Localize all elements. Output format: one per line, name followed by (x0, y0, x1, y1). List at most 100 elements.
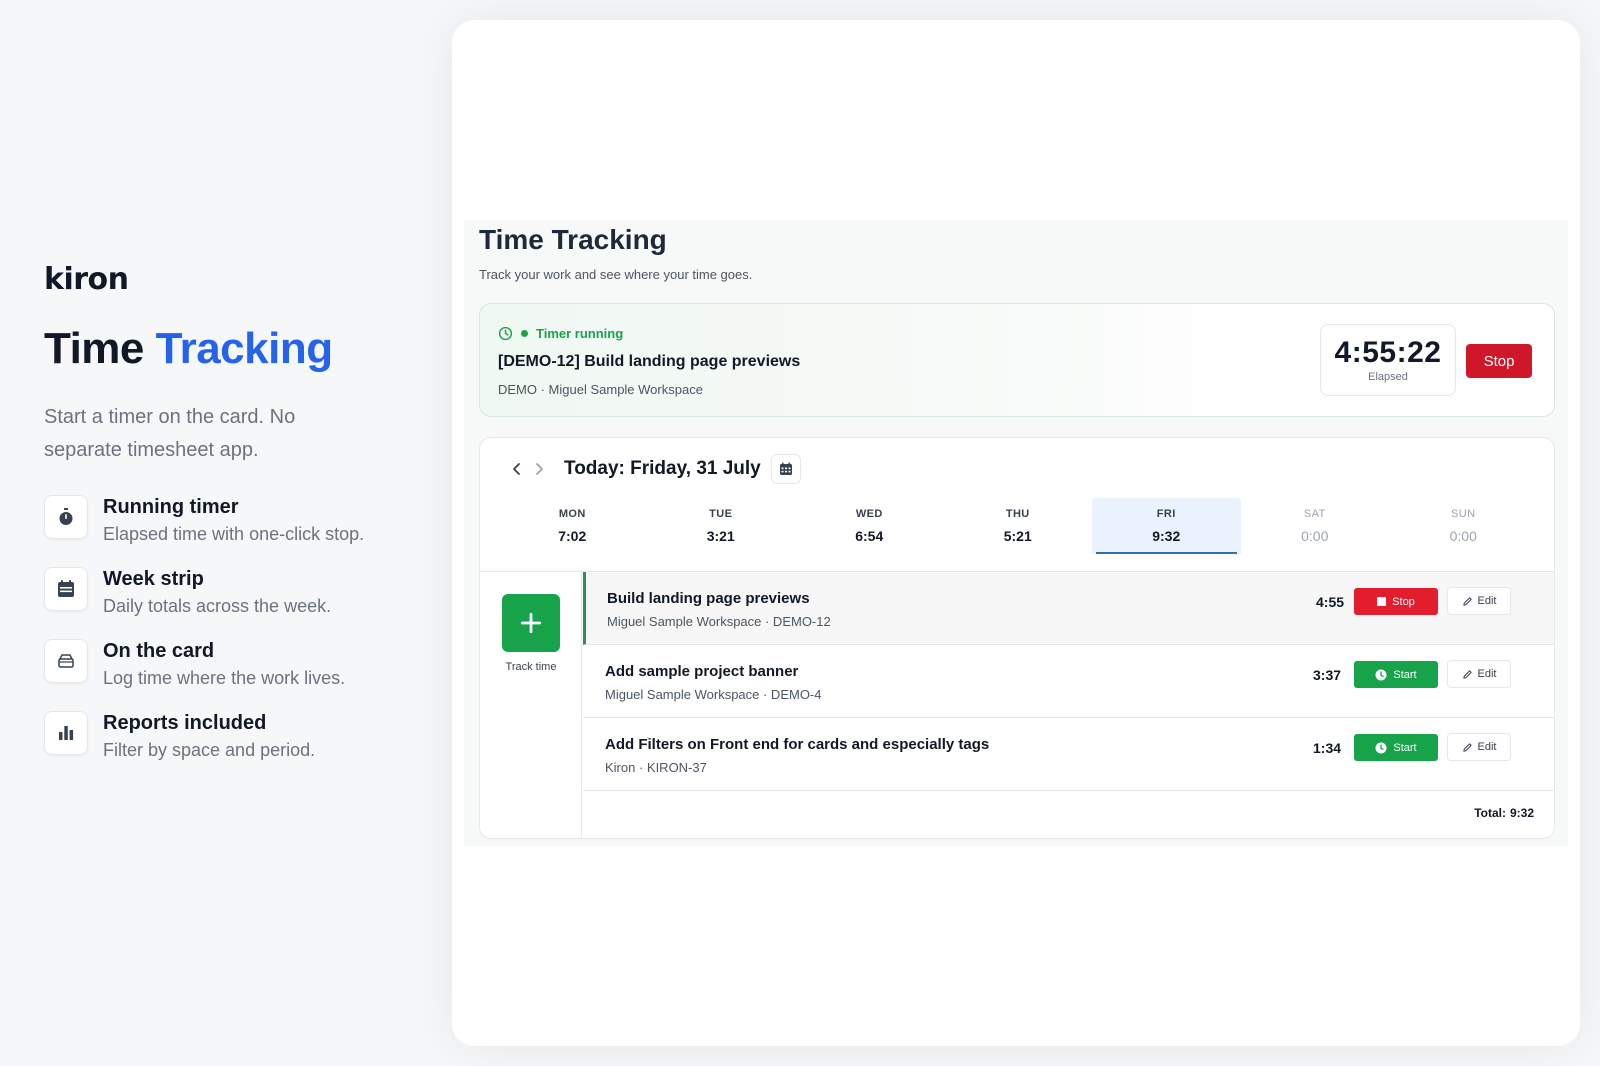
pencil-icon (1462, 669, 1473, 680)
entry-action-label: Stop (1392, 595, 1415, 608)
page-subtitle: Track your work and see where your time … (479, 267, 753, 282)
day-title: Today: Friday, 31 July (564, 458, 761, 479)
clock-icon (1375, 669, 1387, 681)
time-entry[interactable]: Build landing page previews Miguel Sampl… (583, 572, 1554, 645)
day-tue[interactable]: TUE 3:21 (647, 498, 796, 554)
feature-desc: Elapsed time with one-click stop. (103, 524, 365, 545)
time-entry[interactable]: Add Filters on Front end for cards and e… (583, 718, 1554, 791)
elapsed-label: Elapsed (1368, 371, 1408, 383)
day-mon[interactable]: MON 7:02 (498, 498, 647, 554)
day-wed[interactable]: WED 6:54 (795, 498, 944, 554)
time-entry-list: Build landing page previews Miguel Sampl… (583, 572, 1554, 820)
day-name: TUE (709, 508, 733, 520)
day-name: FRI (1156, 508, 1176, 520)
entry-title: Build landing page previews (607, 590, 810, 607)
stop-icon (1377, 597, 1387, 606)
feature-item: Running timer Elapsed time with one-clic… (44, 495, 404, 547)
day-total: 9:32 (1152, 528, 1181, 544)
page-title: Time Tracking (479, 224, 667, 255)
timer-status-label: Timer running (536, 326, 624, 341)
day-total-summary: Total: 9:32 (1474, 806, 1534, 820)
calendar-picker-button[interactable] (770, 454, 801, 484)
clock-icon (1375, 742, 1387, 754)
feature-desc: Log time where the work lives. (103, 668, 346, 689)
feature-title: Week strip (103, 568, 204, 591)
brand-logo: kiron (44, 262, 129, 297)
clock-icon (498, 326, 513, 341)
entry-duration: 1:34 (1313, 740, 1342, 756)
entry-edit-button[interactable]: Edit (1447, 660, 1511, 688)
entry-stop-button[interactable]: Stop (1354, 588, 1438, 615)
calendar-icon (779, 462, 792, 475)
entry-duration: 3:37 (1313, 667, 1342, 683)
day-name: MON (558, 508, 586, 520)
card-icon (44, 639, 88, 684)
feature-desc: Daily totals across the week. (103, 596, 332, 617)
plus-icon (521, 613, 541, 633)
hero-subtitle: Start a timer on the card. No separate t… (44, 406, 296, 462)
day-total: 3:21 (706, 528, 735, 544)
day-total: 7:02 (558, 528, 587, 544)
entry-edit-label: Edit (1477, 595, 1497, 607)
day-total: 6:54 (855, 528, 884, 544)
day-sun[interactable]: SUN 0:00 (1389, 498, 1538, 554)
track-time-column: Track time (480, 572, 582, 838)
feature-item: On the card Log time where the work live… (44, 639, 404, 691)
elapsed-display: 4:55:22 Elapsed (1320, 324, 1456, 396)
feature-title: Running timer (103, 496, 239, 519)
entry-meta: Miguel Sample Workspace · DEMO-12 (607, 614, 831, 629)
feature-title: On the card (103, 640, 215, 663)
day-name: SUN (1451, 508, 1476, 520)
hero-title: Time Tracking (44, 324, 404, 373)
chevron-left-icon[interactable] (506, 458, 528, 480)
total-label: Total: (1474, 806, 1506, 820)
stop-timer-button[interactable]: Stop (1466, 344, 1532, 378)
entry-start-button[interactable]: Start (1354, 661, 1438, 688)
entry-edit-label: Edit (1477, 668, 1497, 680)
feature-desc: Filter by space and period. (103, 740, 316, 761)
day-total: 0:00 (1449, 528, 1477, 544)
day-thu[interactable]: THU 5:21 (944, 498, 1093, 554)
entry-action-label: Start (1393, 668, 1417, 681)
track-time-button[interactable] (502, 594, 560, 652)
stopwatch-icon (44, 495, 88, 540)
entry-start-button[interactable]: Start (1354, 734, 1438, 761)
entry-title: Add sample project banner (605, 663, 799, 680)
entry-action-label: Start (1393, 741, 1417, 754)
day-total: 5:21 (1003, 528, 1032, 544)
entry-edit-button[interactable]: Edit (1447, 733, 1511, 761)
entry-duration: 4:55 (1316, 594, 1345, 610)
elapsed-value: 4:55:22 (1334, 336, 1442, 369)
feature-list: Running timer Elapsed time with one-clic… (44, 495, 404, 763)
time-tracking-app: Time Tracking Track your work and see wh… (464, 220, 1568, 846)
entry-title: Add Filters on Front end for cards and e… (605, 736, 990, 753)
day-card: Today: Friday, 31 July MON 7:02 TUE 3:21… (479, 437, 1555, 839)
running-timer-card: Timer running [DEMO-12] Build landing pa… (479, 303, 1555, 417)
track-time-label: Track time (505, 661, 557, 673)
day-name: SAT (1303, 508, 1326, 520)
timer-status: Timer running (498, 326, 623, 341)
day-sat[interactable]: SAT 0:00 (1241, 498, 1390, 554)
feature-item: Reports included Filter by space and per… (44, 711, 404, 763)
day-name: WED (855, 508, 883, 520)
feature-title: Reports included (103, 712, 267, 735)
timer-task-meta: DEMO · Miguel Sample Workspace (498, 382, 703, 397)
entry-meta: Miguel Sample Workspace · DEMO-4 (605, 687, 822, 702)
timer-task-title: [DEMO-12] Build landing page previews (498, 353, 801, 370)
hero-title-plain: Time (44, 324, 144, 373)
day-fri[interactable]: FRI 9:32 (1092, 498, 1241, 554)
entry-edit-button[interactable]: Edit (1447, 587, 1511, 615)
calendar-icon (44, 567, 88, 612)
entry-edit-label: Edit (1477, 741, 1497, 753)
pencil-icon (1462, 596, 1473, 607)
time-entry[interactable]: Add sample project banner Miguel Sample … (583, 645, 1554, 718)
entry-meta: Kiron · KIRON-37 (605, 760, 707, 775)
day-navigation: Today: Friday, 31 July (506, 454, 801, 484)
bar-chart-icon (44, 711, 88, 756)
day-name: THU (1005, 508, 1030, 520)
total-value: 9:32 (1509, 806, 1534, 820)
week-strip: MON 7:02 TUE 3:21 WED 6:54 THU 5:21 FRI … (498, 498, 1538, 554)
pencil-icon (1462, 742, 1473, 753)
hero-title-accent: Tracking (155, 324, 333, 373)
chevron-right-icon[interactable] (528, 458, 550, 480)
